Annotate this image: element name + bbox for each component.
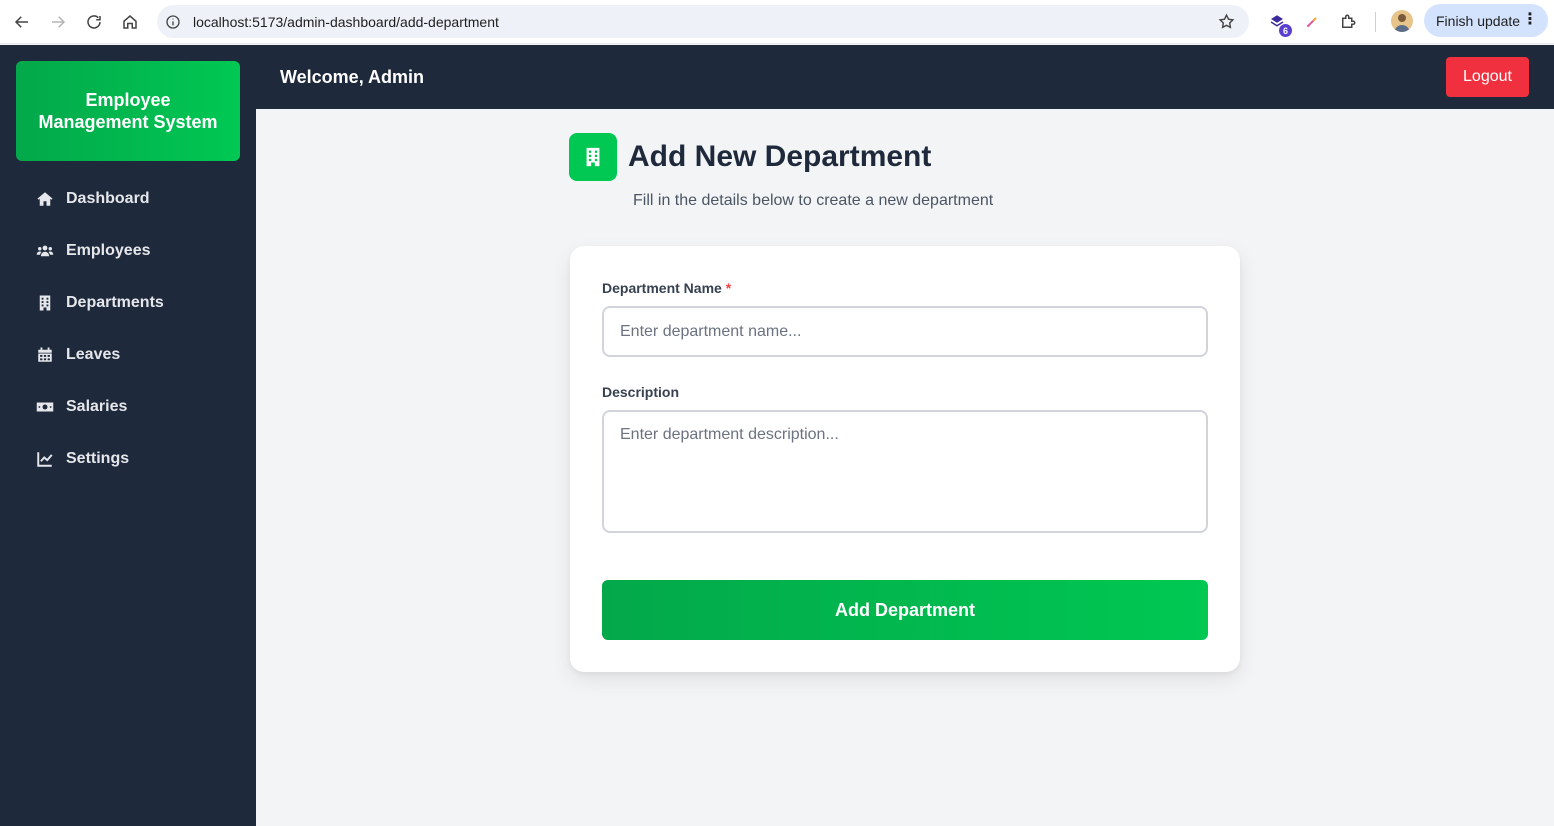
calendar-icon: [36, 346, 54, 364]
sidebar-item-label: Departments: [66, 294, 164, 311]
add-department-button[interactable]: Add Department: [602, 580, 1208, 640]
finish-update-label: Finish update: [1436, 12, 1521, 29]
extension-button[interactable]: 6: [1266, 11, 1292, 37]
add-department-form: Department Name * Description Add Depart…: [570, 246, 1240, 672]
person-icon: [1394, 14, 1410, 32]
sidebar-item-label: Settings: [66, 450, 130, 467]
home-button[interactable]: [112, 4, 148, 40]
sidebar-item-label: Leaves: [66, 346, 121, 363]
back-button[interactable]: [4, 4, 40, 40]
department-name-input[interactable]: [602, 306, 1208, 357]
eyedropper-icon: [1306, 17, 1317, 28]
forward-button[interactable]: [40, 4, 76, 40]
toolbar-separator: [1375, 12, 1376, 32]
department-name-label-text: Department Name: [602, 280, 722, 296]
logout-button[interactable]: Logout: [1446, 57, 1529, 97]
puzzle-icon: [1342, 14, 1356, 28]
page-subtitle: Fill in the details below to create a ne…: [633, 192, 994, 209]
reload-icon: [87, 14, 101, 29]
sidebar-item-label: Employees: [66, 242, 151, 259]
extension-badge: 6: [1279, 24, 1292, 37]
extensions-menu-button[interactable]: [1337, 11, 1359, 33]
sidebar-item-settings[interactable]: Settings: [16, 437, 240, 481]
site-info-icon[interactable]: [165, 14, 181, 30]
sidebar-item-dashboard[interactable]: Dashboard: [16, 177, 240, 221]
arrow-left-icon: [14, 15, 28, 28]
sidebar-item-departments[interactable]: Departments: [16, 281, 240, 325]
building-icon: [569, 133, 617, 181]
building-icon: [36, 294, 54, 312]
description-label: Description: [602, 384, 680, 400]
sidebar-item-employees[interactable]: Employees: [16, 229, 240, 273]
description-textarea[interactable]: [602, 410, 1208, 533]
more-vertical-icon: ⋮: [1522, 11, 1538, 28]
sidebar-item-label: Dashboard: [66, 190, 150, 207]
color-picker-extension[interactable]: [1301, 11, 1323, 33]
chart-line-icon: [36, 450, 54, 468]
sidebar-item-leaves[interactable]: Leaves: [16, 333, 240, 377]
bookmark-star-icon[interactable]: [1218, 13, 1235, 30]
url-text[interactable]: localhost:5173/admin-dashboard/add-depar…: [193, 14, 499, 30]
department-name-label: Department Name *: [602, 280, 731, 296]
top-header: Welcome, Admin Logout: [256, 45, 1554, 109]
required-marker: *: [725, 280, 732, 296]
brand-logo[interactable]: Employee Management System: [16, 61, 240, 161]
sidebar-item-label: Salaries: [66, 398, 128, 415]
sidebar: Employee Management System Dashboard Emp…: [0, 45, 256, 826]
address-bar[interactable]: localhost:5173/admin-dashboard/add-depar…: [157, 5, 1249, 38]
arrow-right-icon: [52, 15, 66, 28]
users-icon: [36, 242, 54, 260]
browser-toolbar: localhost:5173/admin-dashboard/add-depar…: [0, 0, 1554, 44]
page-title: Add New Department: [628, 140, 932, 173]
home-outline-icon: [123, 14, 137, 29]
welcome-text: Welcome, Admin: [280, 67, 425, 87]
reload-button[interactable]: [76, 4, 112, 40]
money-icon: [36, 398, 54, 416]
home-icon: [36, 190, 54, 208]
finish-update-button[interactable]: Finish update ⋮: [1424, 4, 1548, 37]
profile-avatar[interactable]: [1391, 10, 1413, 32]
sidebar-item-salaries[interactable]: Salaries: [16, 385, 240, 429]
